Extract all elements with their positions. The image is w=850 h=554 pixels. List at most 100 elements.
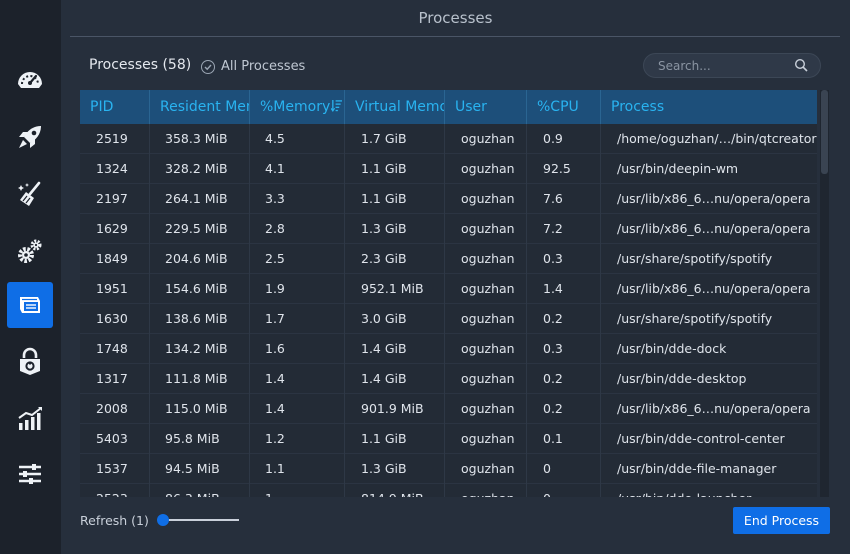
cell-pid: 1748 bbox=[80, 334, 150, 364]
cell-resident-memory: 138.6 MiB bbox=[150, 304, 250, 334]
cell-process: /usr/bin/dde-dock bbox=[617, 341, 727, 356]
column-header-user[interactable]: User bbox=[445, 90, 527, 124]
refresh-slider[interactable] bbox=[157, 513, 239, 527]
table-row[interactable]: 1849 204.6 MiB 2.5 2.3 GiB oguzhan 0.3/usr/sh… bbox=[80, 244, 817, 274]
sidebar-item-uninstaller[interactable] bbox=[7, 339, 53, 385]
cell-resident-memory: 204.6 MiB bbox=[150, 244, 250, 274]
cell-user: oguzhan bbox=[445, 124, 527, 154]
bar-chart-icon bbox=[18, 407, 42, 430]
cell-user: oguzhan bbox=[445, 424, 527, 454]
sidebar-item-processes[interactable] bbox=[7, 282, 53, 328]
table-row[interactable]: 1630 138.6 MiB 1.7 3.0 GiB oguzhan 0.2/usr/sh… bbox=[80, 304, 817, 334]
cell-cpu: 0.2 bbox=[527, 304, 601, 334]
table-row[interactable]: 1324 328.2 MiB 4.1 1.1 GiB oguzhan 92.5/usr/b… bbox=[80, 154, 817, 184]
cell-process: /usr/bin/dde-desktop bbox=[617, 371, 747, 386]
table-row[interactable]: 2008 115.0 MiB 1.4 901.9 MiB oguzhan 0.2/usr/… bbox=[80, 394, 817, 424]
check-circle-icon bbox=[201, 59, 215, 74]
sidebar-item-services[interactable] bbox=[7, 228, 53, 274]
cell-cpu: 0.3 bbox=[527, 334, 601, 364]
cell-memory-percent: 1.7 bbox=[250, 304, 345, 334]
table-row[interactable]: 2519 358.3 MiB 4.5 1.7 GiB oguzhan 0.9/home/o… bbox=[80, 124, 817, 154]
table-row[interactable]: 1951 154.6 MiB 1.9 952.1 MiB oguzhan 1.4/usr/… bbox=[80, 274, 817, 304]
cell-pid: 1317 bbox=[80, 364, 150, 394]
cell-cpu: 7.2 bbox=[527, 214, 601, 244]
sidebar-item-settings[interactable] bbox=[7, 451, 53, 497]
cell-user: oguzhan bbox=[445, 454, 527, 484]
process-count-label: Processes (58) bbox=[89, 57, 192, 73]
cell-virtual-memory: 1.4 GiB bbox=[345, 364, 445, 394]
cell-pid: 1630 bbox=[80, 304, 150, 334]
process-table: PID Resident Memory %Memory Virtual Memo… bbox=[80, 90, 817, 497]
cell-user: oguzhan bbox=[445, 364, 527, 394]
column-header-memory-percent[interactable]: %Memory bbox=[250, 90, 345, 124]
cell-memory-percent: 1.4 bbox=[250, 394, 345, 424]
slider-track bbox=[161, 519, 239, 521]
sidebar-item-cleaner[interactable] bbox=[7, 171, 53, 217]
table-row[interactable]: 252386.3 MiB1814.9 MiBoguzhan0/usr/bin/d… bbox=[80, 484, 817, 497]
cell-pid: 1849 bbox=[80, 244, 150, 274]
search-input[interactable] bbox=[658, 57, 788, 75]
all-processes-label: All Processes bbox=[221, 59, 306, 74]
column-header-resident-memory[interactable]: Resident Memory bbox=[150, 90, 250, 124]
cell-process: /usr/lib/x86_6…nu/opera/opera bbox=[617, 281, 811, 296]
cell-virtual-memory: 1.3 GiB bbox=[345, 214, 445, 244]
slider-knob[interactable] bbox=[157, 514, 169, 526]
cell-user: oguzhan bbox=[445, 394, 527, 424]
end-process-button[interactable]: End Process bbox=[733, 507, 830, 534]
table-row[interactable]: 2197 264.1 MiB 3.3 1.1 GiB oguzhan 7.6/usr/li… bbox=[80, 184, 817, 214]
cell-cpu: 0.1 bbox=[527, 424, 601, 454]
table-row[interactable]: 1629 229.5 MiB 2.8 1.3 GiB oguzhan 7.2/usr/li… bbox=[80, 214, 817, 244]
cell-resident-memory: 111.8 MiB bbox=[150, 364, 250, 394]
cell-cpu: 0 bbox=[527, 454, 601, 484]
cell-memory-percent: 1.4 bbox=[250, 364, 345, 394]
cell-cpu: 0.9 bbox=[527, 124, 601, 154]
column-header-cpu[interactable]: %CPU bbox=[527, 90, 601, 124]
cell-virtual-memory: 952.1 MiB bbox=[345, 274, 445, 304]
cell-virtual-memory: 1.7 GiB bbox=[345, 124, 445, 154]
all-processes-toggle[interactable]: All Processes bbox=[201, 59, 305, 74]
cell-virtual-memory: 3.0 GiB bbox=[345, 304, 445, 334]
column-header-process[interactable]: Process bbox=[601, 90, 817, 124]
sidebar-item-dashboard[interactable] bbox=[7, 57, 53, 103]
sidebar-item-startup[interactable] bbox=[7, 114, 53, 160]
cell-virtual-memory: 1.3 GiB bbox=[345, 454, 445, 484]
column-header-memory-label: %Memory bbox=[260, 99, 331, 115]
cell-pid: 2523 bbox=[80, 484, 150, 497]
cell-pid: 2519 bbox=[80, 124, 150, 154]
cell-virtual-memory: 2.3 GiB bbox=[345, 244, 445, 274]
column-header-virtual-memory[interactable]: Virtual Memory bbox=[345, 90, 445, 124]
cell-resident-memory: 358.3 MiB bbox=[150, 124, 250, 154]
search-box[interactable] bbox=[643, 53, 821, 78]
cell-process: /usr/share/spotify/spotify bbox=[617, 251, 773, 266]
cell-memory-percent: 1.6 bbox=[250, 334, 345, 364]
cell-user: oguzhan bbox=[445, 154, 527, 184]
cell-cpu: 0.2 bbox=[527, 394, 601, 424]
sidebar-item-resources[interactable] bbox=[7, 396, 53, 442]
cell-pid: 1537 bbox=[80, 454, 150, 484]
cell-process: /usr/share/spotify/spotify bbox=[617, 311, 773, 326]
cell-cpu: 1.4 bbox=[527, 274, 601, 304]
cell-pid: 1629 bbox=[80, 214, 150, 244]
table-row[interactable]: 1748 134.2 MiB 1.6 1.4 GiB oguzhan 0.3/usr/bi… bbox=[80, 334, 817, 364]
cell-virtual-memory: 1.1 GiB bbox=[345, 184, 445, 214]
cell-cpu: 0.2 bbox=[527, 364, 601, 394]
package-icon bbox=[20, 347, 40, 375]
cell-cpu: 0 bbox=[527, 484, 601, 497]
cell-cpu: 7.6 bbox=[527, 184, 601, 214]
column-header-pid[interactable]: PID bbox=[80, 90, 150, 124]
cell-process: /usr/bin/dde-file-manager bbox=[617, 461, 777, 476]
cell-user: oguzhan bbox=[445, 274, 527, 304]
sort-descending-icon bbox=[330, 100, 343, 112]
table-row[interactable]: 1317 111.8 MiB 1.4 1.4 GiB oguzhan 0.2/usr/bi… bbox=[80, 364, 817, 394]
cell-resident-memory: 328.2 MiB bbox=[150, 154, 250, 184]
table-row[interactable]: 1537 94.5 MiB 1.1 1.3 GiB oguzhan 0/usr/bin/d… bbox=[80, 454, 817, 484]
table-scrollbar[interactable] bbox=[820, 90, 829, 497]
cell-process: /usr/lib/x86_6…nu/opera/opera bbox=[617, 191, 811, 206]
cell-pid: 1951 bbox=[80, 274, 150, 304]
cell-user: oguzhan bbox=[445, 334, 527, 364]
cell-cpu: 0.3 bbox=[527, 244, 601, 274]
table-row[interactable]: 5403 95.8 MiB 1.2 1.1 GiB oguzhan 0.1/usr/bin… bbox=[80, 424, 817, 454]
cell-memory-percent: 4.5 bbox=[250, 124, 345, 154]
scrollbar-thumb[interactable] bbox=[821, 90, 828, 174]
cell-resident-memory: 134.2 MiB bbox=[150, 334, 250, 364]
